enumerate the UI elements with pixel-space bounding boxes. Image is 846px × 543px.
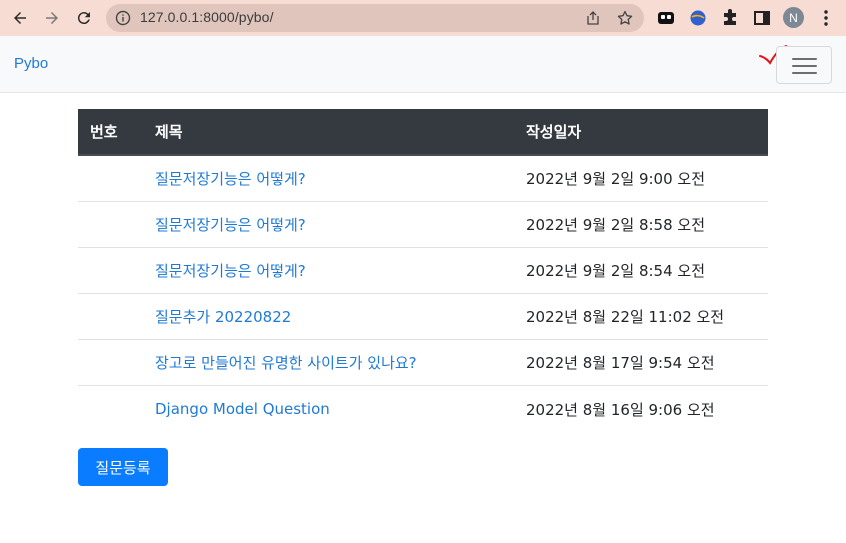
table-row: 질문추가 20220822 2022년 8월 22일 11:02 오전 xyxy=(78,294,768,340)
header-number: 번호 xyxy=(90,123,118,141)
share-icon[interactable] xyxy=(585,10,601,26)
question-link[interactable]: 질문저장기능은 어떻게? xyxy=(155,216,306,234)
table-row: 질문저장기능은 어떻게? 2022년 9월 2일 8:58 오전 xyxy=(78,202,768,248)
navbar-toggler-button[interactable] xyxy=(776,46,832,84)
back-icon[interactable] xyxy=(8,6,32,30)
question-link[interactable]: 질문저장기능은 어떻게? xyxy=(155,170,306,188)
add-question-button[interactable]: 질문등록 xyxy=(78,448,168,486)
puzzle-icon[interactable] xyxy=(720,8,740,28)
question-table: 번호 제목 작성일자 질문저장기능은 어떻게? 2022년 9월 2일 9:00… xyxy=(78,109,768,432)
question-link[interactable]: 장고로 만들어진 유명한 사이트가 있나요? xyxy=(155,354,417,372)
bookmark-star-icon[interactable] xyxy=(617,10,633,26)
forward-icon[interactable] xyxy=(40,6,64,30)
browser-toolbar: 127.0.0.1:8000/pybo/ N xyxy=(0,0,846,36)
table-row: 장고로 만들어진 유명한 사이트가 있나요? 2022년 8월 17일 9:54… xyxy=(78,340,768,386)
table-row: 질문저장기능은 어떻게? 2022년 9월 2일 9:00 오전 xyxy=(78,156,768,202)
question-link[interactable]: Django Model Question xyxy=(155,400,330,418)
profile-avatar[interactable]: N xyxy=(783,7,804,28)
table-header: 번호 제목 작성일자 xyxy=(78,109,768,156)
reload-icon[interactable] xyxy=(72,6,96,30)
table-row: 질문저장기능은 어떻게? 2022년 9월 2일 8:54 오전 xyxy=(78,248,768,294)
row-date: 2022년 9월 2일 9:00 오전 xyxy=(526,170,706,188)
url-text[interactable]: 127.0.0.1:8000/pybo/ xyxy=(140,9,274,25)
row-date: 2022년 8월 22일 11:02 오전 xyxy=(526,308,725,326)
row-date: 2022년 9월 2일 8:54 오전 xyxy=(526,262,706,280)
header-date: 작성일자 xyxy=(526,123,582,141)
address-bar[interactable]: 127.0.0.1:8000/pybo/ xyxy=(106,4,644,32)
question-link[interactable]: 질문추가 20220822 xyxy=(155,308,291,326)
brand-link[interactable]: Pybo xyxy=(14,55,48,72)
row-date: 2022년 8월 17일 9:54 오전 xyxy=(526,354,715,372)
row-date: 2022년 8월 16일 9:06 오전 xyxy=(526,400,715,419)
question-link[interactable]: 질문저장기능은 어떻게? xyxy=(155,262,306,280)
sidepanel-icon[interactable] xyxy=(752,8,772,28)
table-row: Django Model Question 2022년 8월 16일 9:06 … xyxy=(78,386,768,432)
extension-icon[interactable] xyxy=(656,8,676,28)
site-info-icon[interactable] xyxy=(115,10,131,26)
header-subject: 제목 xyxy=(155,123,183,141)
menu-kebab-icon[interactable] xyxy=(816,8,836,28)
row-date: 2022년 9월 2일 8:58 오전 xyxy=(526,216,706,234)
app-navbar: Pybo xyxy=(0,36,846,93)
globe-extension-icon[interactable] xyxy=(688,8,708,28)
hamburger-icon xyxy=(792,58,817,60)
